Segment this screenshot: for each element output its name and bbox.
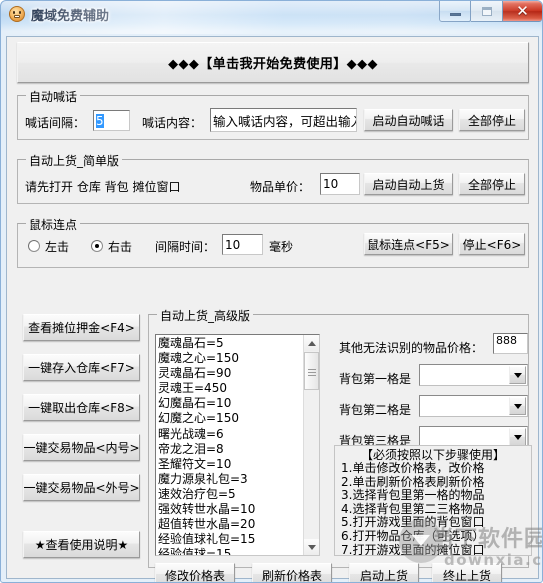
- price-list-item[interactable]: 灵魂王=450: [158, 381, 302, 396]
- deposit-to-warehouse-button[interactable]: 一键存入仓库<F7>: [23, 354, 140, 381]
- view-stall-deposit-button[interactable]: 查看摊位押金<F4>: [23, 314, 140, 341]
- price-list-item[interactable]: 经验值球礼包=15: [158, 532, 302, 547]
- instruction-step: 7.打开游戏里面的摊位窗口: [341, 542, 485, 556]
- mouse-click-group-title: 鼠标连点: [26, 216, 81, 233]
- face-icon: [9, 6, 25, 22]
- left-click-label: 左击: [45, 240, 70, 254]
- shout-content-label: 喊话内容：: [142, 116, 203, 130]
- trade-items-outer-button[interactable]: 一键交易物品<外号>: [23, 474, 140, 501]
- minimize-button[interactable]: [439, 1, 471, 22]
- instruction-step: 1.单击修改价格表，改价格: [341, 461, 485, 475]
- unknown-item-price-input[interactable]: 888: [493, 333, 528, 354]
- instruction-step: 6.打开物品仓库（可选项）: [341, 528, 485, 543]
- bag-slot1-combo[interactable]: [419, 364, 528, 386]
- maximize-button[interactable]: [471, 1, 503, 22]
- price-list-box[interactable]: 魔魂晶石=5 魔魂之心=150 灵魂晶石=90 灵魂王=450 幻魔晶石=10 幻魔之心=…: [155, 334, 320, 556]
- price-list-item[interactable]: 魔魂晶石=5: [158, 336, 302, 351]
- chevron-down-icon[interactable]: [509, 428, 526, 446]
- click-interval-input[interactable]: 10: [222, 234, 263, 255]
- price-list-item[interactable]: 幻魔晶石=10: [158, 396, 302, 411]
- price-list-item[interactable]: 速效治疗包=5: [158, 487, 302, 502]
- title-bar[interactable]: 魔域免费辅助 ✕: [1, 1, 542, 34]
- click-interval-label: 间隔时间：: [155, 240, 216, 254]
- minimize-icon: [449, 12, 461, 16]
- price-list-item[interactable]: 魔力源泉礼包=3: [158, 472, 302, 487]
- stop-mouse-click-button[interactable]: 停止<F6>: [459, 233, 525, 255]
- price-list-item[interactable]: 灵魂晶石=90: [158, 366, 302, 381]
- start-auto-sell-button[interactable]: 启动自动上货: [364, 173, 453, 195]
- shout-interval-input[interactable]: 5: [93, 110, 130, 131]
- chevron-down-icon[interactable]: [509, 397, 526, 415]
- refresh-price-table-button[interactable]: 刷新价格表: [252, 563, 332, 582]
- price-list-item[interactable]: 魔魂之心=150: [158, 351, 302, 366]
- auto-sell-advanced-group-title: 自动上货_高级版: [157, 307, 254, 324]
- bag-slot1-label: 背包第一格是: [339, 372, 412, 386]
- start-auto-shout-button[interactable]: 启动自动喊话: [364, 109, 453, 131]
- price-list-scrollbar[interactable]: [303, 335, 319, 555]
- window-title: 魔域免费辅助: [31, 9, 110, 24]
- stop-sell-button[interactable]: 终止上货: [432, 563, 502, 582]
- price-list-item[interactable]: 强效转世水晶=10: [158, 502, 302, 517]
- price-list-item[interactable]: 幻魔之心=150: [158, 411, 302, 426]
- stop-all-sell-button[interactable]: 全部停止: [459, 173, 525, 195]
- start-mouse-click-button[interactable]: 鼠标连点<F5>: [364, 233, 453, 255]
- client-area: ◆◆◆【单击我开始免费使用】◆◆◆ 自动喊话 喊话间隔： 5 喊话内容： 输入喊…: [6, 36, 539, 582]
- view-instructions-button[interactable]: ★查看使用说明★: [23, 531, 140, 558]
- shout-content-input[interactable]: 输入喊话内容，可超出输入: [210, 108, 357, 132]
- bag-slot2-combo[interactable]: [419, 395, 528, 417]
- edit-price-table-button[interactable]: 修改价格表: [155, 563, 235, 582]
- price-list-item[interactable]: 圣耀符文=10: [158, 457, 302, 472]
- price-list-item[interactable]: 超值转世水晶=20: [158, 517, 302, 532]
- shout-interval-value: 5: [96, 113, 104, 128]
- price-list-item[interactable]: 帝龙之泪=8: [158, 442, 302, 457]
- chevron-down-icon[interactable]: [509, 366, 526, 384]
- trade-items-inner-button[interactable]: 一键交易物品<内号>: [23, 434, 140, 461]
- chevron-down-icon: [307, 544, 316, 550]
- instructions-header: 【必须按照以下步骤使用】: [360, 448, 505, 462]
- start-sell-button[interactable]: 启动上货: [349, 563, 419, 582]
- price-list-item[interactable]: 经验值球=15: [158, 547, 302, 555]
- right-click-label: 右击: [108, 240, 133, 254]
- unknown-item-price-label: 其他无法识别的物品价格：: [339, 341, 484, 355]
- instruction-step: 5.打开游戏里面的背包窗口: [341, 515, 485, 530]
- maximize-icon: [481, 6, 492, 16]
- application-window: 魔域免费辅助 ✕ ◆◆◆【单击我开始免费使用】◆◆◆ 自动喊话 喊话间隔： 5 …: [0, 0, 543, 583]
- auto-sell-simple-group-title: 自动上货_简单版: [26, 152, 123, 169]
- price-list-items: 魔魂晶石=5 魔魂之心=150 灵魂晶石=90 灵魂王=450 幻魔晶石=10 幻魔之心=…: [156, 335, 302, 555]
- close-button[interactable]: ✕: [503, 1, 542, 22]
- instructions-panel: 【必须按照以下步骤使用】 1.单击修改价格表，改价格 2.单击刷新价格表刷新价格 3…: [334, 445, 532, 556]
- chevron-up-icon: [307, 340, 316, 346]
- auto-sell-hint-label: 请先打开 仓库 背包 摊位窗口: [25, 180, 181, 194]
- price-list-item[interactable]: 曙光战魂=6: [158, 427, 302, 442]
- item-price-input[interactable]: 10: [320, 173, 360, 195]
- withdraw-from-warehouse-button[interactable]: 一键取出仓库<F8>: [23, 394, 140, 421]
- scroll-up-button[interactable]: [304, 335, 319, 351]
- left-click-radio[interactable]: [28, 240, 40, 252]
- right-click-radio[interactable]: [91, 240, 103, 252]
- shout-interval-label: 喊话间隔：: [25, 116, 86, 130]
- instructions-list: 1.单击修改价格表，改价格 2.单击刷新价格表刷新价格 3.选择背包里第一格的物品 4…: [335, 461, 531, 556]
- stop-all-shout-button[interactable]: 全部停止: [459, 109, 525, 131]
- instruction-step: 3.选择背包里第一格的物品: [341, 488, 485, 503]
- item-price-label: 物品单价：: [250, 180, 311, 194]
- bag-slot2-label: 背包第二格是: [339, 403, 412, 417]
- scroll-down-button[interactable]: [304, 539, 319, 555]
- close-icon: ✕: [516, 1, 529, 20]
- auto-shout-group-title: 自动喊话: [26, 88, 81, 105]
- millisecond-unit-label: 毫秒: [269, 240, 294, 254]
- scrollbar-thumb[interactable]: [304, 352, 319, 390]
- start-free-use-banner-button[interactable]: ◆◆◆【单击我开始免费使用】◆◆◆: [17, 42, 529, 83]
